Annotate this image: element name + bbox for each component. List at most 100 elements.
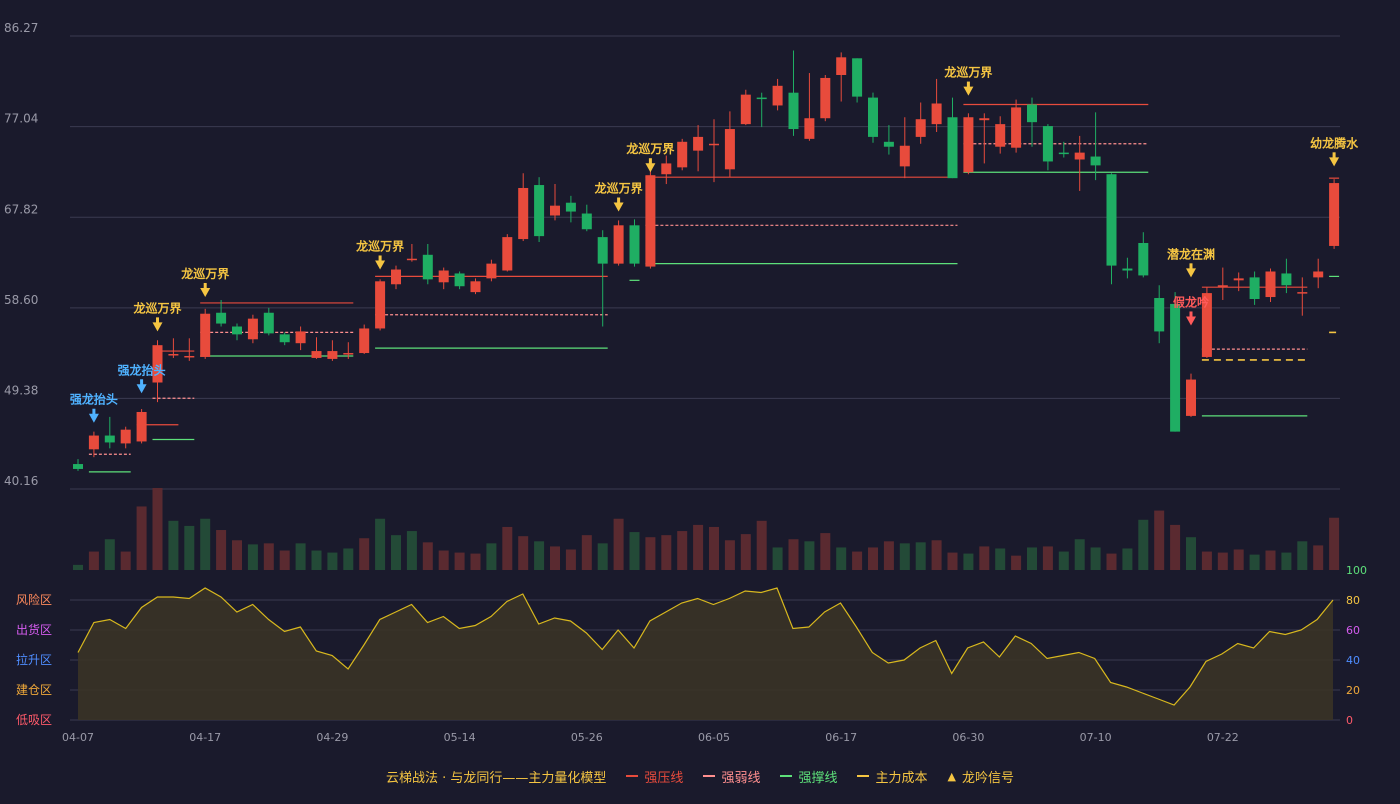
candle-body xyxy=(375,281,386,329)
oscillator-zone-label: 拉升区 xyxy=(16,652,52,667)
arrow-down-icon xyxy=(963,86,974,96)
oscillator-tick-label: 40 xyxy=(1346,654,1360,667)
volume-bar xyxy=(756,520,767,570)
legend-support[interactable]: 强撑线 xyxy=(780,767,837,786)
volume-bar xyxy=(1313,545,1324,570)
candle-body xyxy=(454,273,465,287)
arrow-down-icon xyxy=(88,413,99,423)
candle-body xyxy=(120,429,131,444)
candle-body xyxy=(804,118,815,139)
volume-bar xyxy=(804,541,815,570)
volume-bar xyxy=(359,538,370,570)
candle-body xyxy=(883,141,894,147)
volume-bar xyxy=(88,551,99,570)
volume-bar xyxy=(486,543,497,570)
candle-body xyxy=(1058,152,1069,155)
arrow-down-icon xyxy=(1329,157,1340,167)
candle-body xyxy=(1281,273,1292,286)
candle-body xyxy=(1186,379,1196,416)
candle-body xyxy=(756,97,767,100)
x-tick-label: 06-05 xyxy=(698,731,730,744)
price-tick-label: 67.82 xyxy=(4,202,38,216)
candle-body xyxy=(104,435,115,443)
volume-bar xyxy=(1249,554,1260,570)
candle-body xyxy=(327,351,338,359)
volume-bar xyxy=(1074,539,1085,570)
legend-title-text: 云梯战法 · 与龙同行——主力量化模型 xyxy=(386,770,607,786)
candle-body xyxy=(995,124,1006,147)
legend-weak-line[interactable]: 强弱线 xyxy=(703,767,760,786)
candle-body xyxy=(1138,242,1149,276)
candle-body xyxy=(645,175,656,267)
candle-body xyxy=(73,464,83,469)
volume-bar xyxy=(279,550,290,570)
candle-body xyxy=(534,185,545,237)
oscillator-tick-label: 100 xyxy=(1346,564,1367,577)
candle-body xyxy=(724,129,735,170)
oscillator-zone-label: 低吸区 xyxy=(16,713,52,727)
oscillator-tick-label: 80 xyxy=(1346,594,1360,607)
legend-strong-pressure-swatch xyxy=(626,775,639,777)
signal-marker: 幼龙腾水 xyxy=(1310,135,1359,167)
arrow-down-icon xyxy=(645,163,656,173)
volume-bar xyxy=(502,526,513,570)
price-tick-label: 49.38 xyxy=(4,383,38,397)
candle-body xyxy=(200,313,211,357)
legend-cost[interactable]: 主力成本 xyxy=(857,767,927,786)
candle-body xyxy=(1233,278,1244,281)
volume-bar xyxy=(152,488,163,570)
oscillator-tick-label: 60 xyxy=(1346,624,1360,637)
candle-body xyxy=(852,58,863,97)
volume-bar xyxy=(391,535,401,570)
volume-bar xyxy=(1233,549,1244,570)
signal-label: 潜龙在渊 xyxy=(1167,246,1215,261)
x-tick-label: 07-22 xyxy=(1207,731,1239,744)
volume-bar xyxy=(645,537,656,570)
signal-label: 龙巡万界 xyxy=(181,266,229,281)
candle-body xyxy=(168,354,179,356)
volume-bar xyxy=(836,547,847,570)
signal-label: 龙巡万界 xyxy=(356,238,404,253)
volume-bar xyxy=(788,539,799,570)
signal-marker: 潜龙在渊 xyxy=(1167,246,1215,278)
volume-bar xyxy=(168,520,179,570)
volume-bar xyxy=(295,543,306,570)
volume-bar xyxy=(216,530,227,570)
volume-bar xyxy=(1042,546,1053,570)
signal-label: 幼龙腾水 xyxy=(1310,135,1359,150)
legend-signal[interactable]: ▲ 龙吟信号 xyxy=(947,767,1013,786)
candle-body xyxy=(1265,271,1276,298)
candle-body xyxy=(1217,285,1228,288)
candle-body xyxy=(709,143,719,146)
arrow-stem xyxy=(203,282,207,289)
candle-body xyxy=(931,103,942,125)
legend-support-label: 强撑线 xyxy=(798,770,838,786)
candle-body xyxy=(550,205,560,216)
candle-body xyxy=(1329,183,1340,246)
volume-bar xyxy=(1265,550,1276,570)
oscillator-area xyxy=(78,588,1333,720)
volume-bar xyxy=(1201,551,1212,570)
volume-bar xyxy=(73,564,83,570)
candle-body xyxy=(1154,298,1165,332)
volume-bar xyxy=(470,553,481,570)
arrow-stem xyxy=(92,408,96,415)
volume-bar xyxy=(724,540,735,570)
signal-label: 强龙抬头 xyxy=(118,362,166,377)
legend-strong-pressure[interactable]: 强压线 xyxy=(626,767,683,786)
volume-bar xyxy=(375,518,386,570)
volume-bar xyxy=(1090,547,1101,570)
volume-bar xyxy=(709,526,719,570)
candle-body xyxy=(88,435,99,450)
candle-body xyxy=(899,145,910,167)
volume-bar xyxy=(693,524,704,570)
volume-bar xyxy=(597,543,608,570)
candle-body xyxy=(1042,126,1053,162)
candle-body xyxy=(343,353,354,355)
legend-support-swatch xyxy=(780,775,793,777)
legend-weak-line-label: 强弱线 xyxy=(721,770,761,786)
arrow-stem xyxy=(378,255,382,262)
price-tick-label: 58.60 xyxy=(4,293,38,307)
price-tick-label: 86.27 xyxy=(4,21,38,35)
x-tick-label: 04-07 xyxy=(62,731,94,744)
